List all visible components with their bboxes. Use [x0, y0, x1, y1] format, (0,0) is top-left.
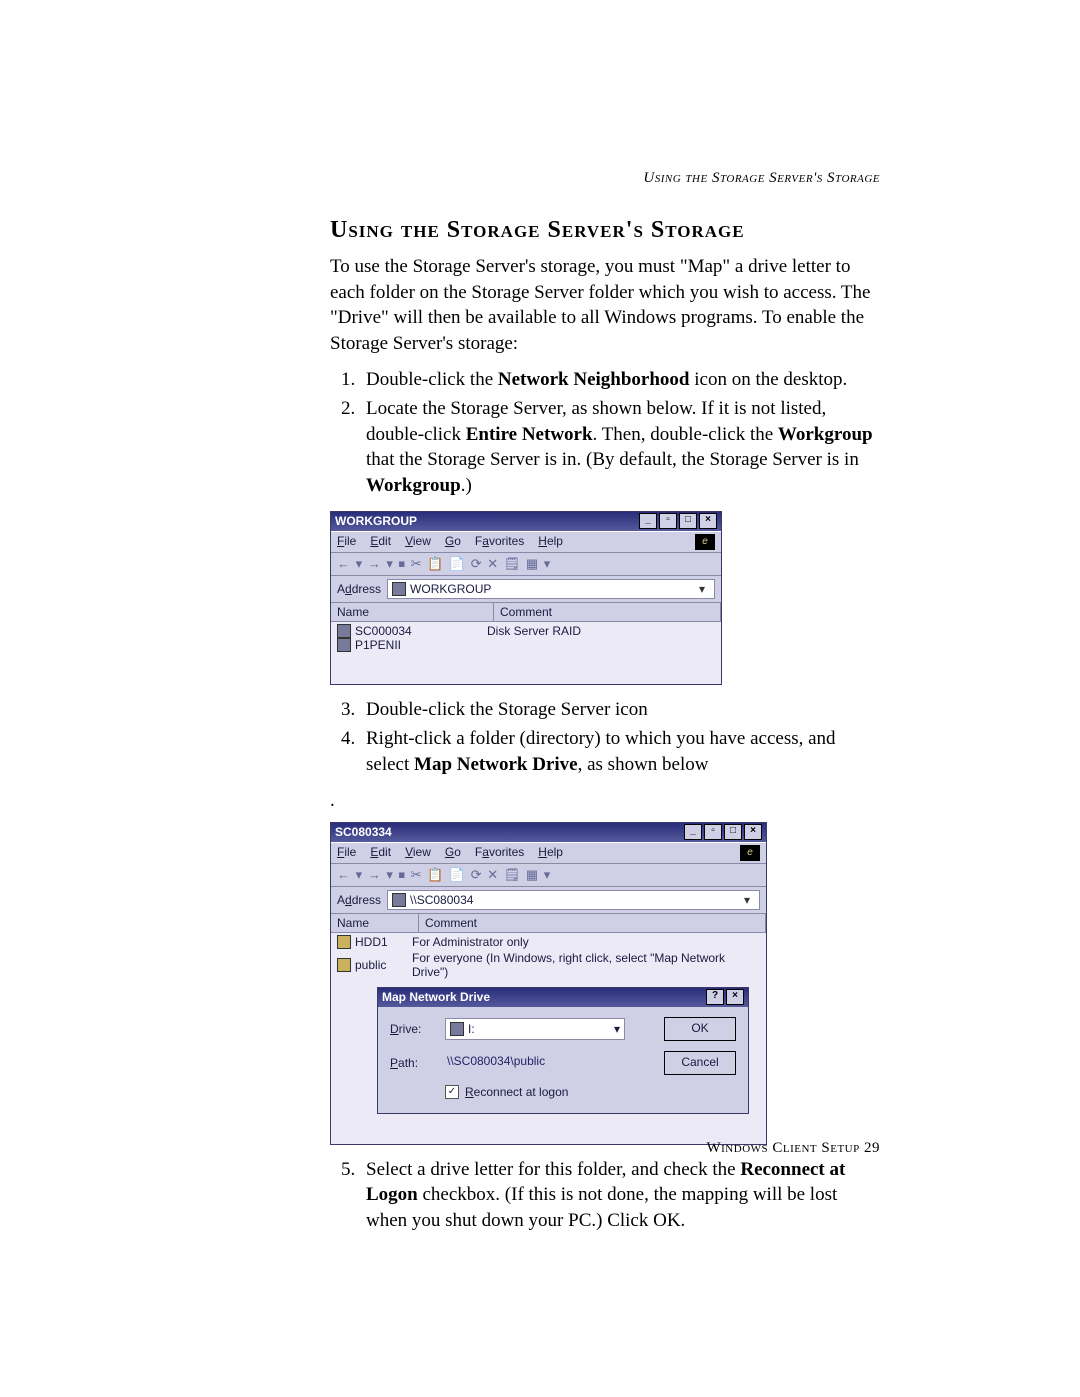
drive-icon — [450, 1022, 464, 1036]
maximize-button[interactable]: □ — [724, 824, 742, 840]
minimize-button[interactable]: _ — [639, 513, 657, 529]
column-headers: Name Comment — [331, 914, 766, 933]
checkbox-icon[interactable]: ✓ — [445, 1085, 459, 1099]
titlebar[interactable]: SC080334 _ ▫ □ × — [331, 823, 766, 842]
menu-go[interactable]: Go — [445, 845, 461, 861]
column-comment[interactable]: Comment — [419, 914, 766, 932]
address-bar: Address WORKGROUP ▾ — [331, 576, 721, 603]
document-page: Using the Storage Server's Storage Using… — [0, 0, 1080, 1397]
address-bar: Address \\SC080034 ▾ — [331, 887, 766, 914]
address-dropdown-icon[interactable]: ▾ — [694, 580, 710, 598]
menubar: File Edit View Go Favorites Help e — [331, 531, 721, 553]
menu-help[interactable]: Help — [538, 534, 563, 550]
step-2: Locate the Storage Server, as shown belo… — [360, 396, 880, 499]
dialog-titlebar[interactable]: Map Network Drive ? × — [378, 988, 748, 1007]
address-input[interactable]: WORKGROUP ▾ — [387, 579, 715, 599]
listing-area[interactable]: SC000034 Disk Server RAID P1PENII — [331, 622, 721, 684]
close-button[interactable]: × — [699, 513, 717, 529]
step-1: Double-click the Network Neighborhood ic… — [360, 367, 880, 393]
map-network-drive-dialog: Map Network Drive ? × Drive: I: ▾ OK — [377, 987, 749, 1114]
toolbar[interactable]: ← ▾ → ▾ ⏹ ✂ 📋 📄 ⟳ ✕ 🗒 ▦ ▾ — [331, 553, 721, 576]
listing-area[interactable]: HDD1 For Administrator only public For e… — [331, 933, 766, 1144]
section-title: Using the Storage Server's Storage — [330, 217, 880, 244]
step-3: Double-click the Storage Server icon — [360, 697, 880, 723]
window-controls: _ ▫ □ × — [684, 824, 762, 840]
window-title: WORKGROUP — [335, 512, 417, 531]
address-label: Address — [337, 893, 381, 907]
close-button[interactable]: × — [726, 989, 744, 1005]
address-dropdown-icon[interactable]: ▾ — [739, 891, 755, 909]
column-name[interactable]: Name — [331, 914, 419, 932]
computer-icon — [337, 638, 351, 652]
folder-icon — [337, 958, 351, 972]
column-headers: Name Comment — [331, 603, 721, 622]
page-footer: Windows Client Setup 29 — [706, 1140, 880, 1157]
help-button[interactable]: ? — [706, 989, 724, 1005]
menu-file[interactable]: File — [337, 845, 356, 861]
toolbar[interactable]: ← ▾ → ▾ ⏹ ✂ 📋 📄 ⟳ ✕ 🗒 ▦ ▾ — [331, 864, 766, 887]
ie-logo-icon: e — [740, 845, 760, 861]
drive-select[interactable]: I: ▾ — [445, 1018, 625, 1040]
list-item[interactable]: SC000034 Disk Server RAID — [337, 624, 715, 638]
close-button[interactable]: × — [744, 824, 762, 840]
computer-icon — [337, 624, 351, 638]
path-label: Path: — [390, 1056, 445, 1070]
reconnect-checkbox-row[interactable]: ✓ Reconnect at logon — [445, 1085, 736, 1099]
maximize-button[interactable]: □ — [679, 513, 697, 529]
dialog-title: Map Network Drive — [382, 988, 490, 1007]
chevron-down-icon[interactable]: ▾ — [614, 1022, 620, 1036]
ie-logo-icon: e — [695, 534, 715, 550]
ok-button[interactable]: OK — [664, 1017, 736, 1041]
path-value: \\SC080034\public — [445, 1054, 619, 1072]
column-comment[interactable]: Comment — [494, 603, 721, 621]
menu-go[interactable]: Go — [445, 534, 461, 550]
running-header: Using the Storage Server's Storage — [330, 170, 880, 187]
window-controls: _ ▫ □ × — [639, 513, 717, 529]
step-5: Select a drive letter for this folder, a… — [360, 1157, 880, 1234]
steps-list-3: Select a drive letter for this folder, a… — [330, 1157, 880, 1234]
computer-icon — [392, 893, 406, 907]
workgroup-window: WORKGROUP _ ▫ □ × File Edit View Go Favo… — [330, 511, 722, 685]
steps-list-1: Double-click the Network Neighborhood ic… — [330, 367, 880, 499]
folder-icon — [337, 935, 351, 949]
address-label: Address — [337, 582, 381, 596]
list-item[interactable]: P1PENII — [337, 638, 715, 652]
menu-view[interactable]: View — [405, 534, 431, 550]
menubar: File Edit View Go Favorites Help e — [331, 842, 766, 864]
menu-file[interactable]: File — [337, 534, 356, 550]
server-window: SC080334 _ ▫ □ × File Edit View Go Favor… — [330, 822, 767, 1145]
step-4: Right-click a folder (directory) to whic… — [360, 726, 880, 777]
restore-button[interactable]: ▫ — [659, 513, 677, 529]
drive-label: Drive: — [390, 1022, 445, 1036]
minimize-button[interactable]: _ — [684, 824, 702, 840]
dialog-body: Drive: I: ▾ OK Path: \\SC080034\public C… — [378, 1007, 748, 1113]
column-name[interactable]: Name — [331, 603, 494, 621]
menu-help[interactable]: Help — [538, 845, 563, 861]
list-item[interactable]: HDD1 For Administrator only — [337, 935, 760, 949]
workgroup-icon — [392, 582, 406, 596]
menu-edit[interactable]: Edit — [370, 534, 391, 550]
steps-list-2: Double-click the Storage Server icon Rig… — [330, 697, 880, 778]
cancel-button[interactable]: Cancel — [664, 1051, 736, 1075]
window-title: SC080334 — [335, 823, 392, 842]
menu-favorites[interactable]: Favorites — [475, 845, 524, 861]
menu-edit[interactable]: Edit — [370, 845, 391, 861]
titlebar[interactable]: WORKGROUP _ ▫ □ × — [331, 512, 721, 531]
intro-paragraph: To use the Storage Server's storage, you… — [330, 254, 880, 357]
stray-period: . — [330, 790, 880, 812]
menu-favorites[interactable]: Favorites — [475, 534, 524, 550]
restore-button[interactable]: ▫ — [704, 824, 722, 840]
reconnect-label: Reconnect at logon — [465, 1085, 568, 1099]
address-input[interactable]: \\SC080034 ▾ — [387, 890, 760, 910]
list-item[interactable]: public For everyone (In Windows, right c… — [337, 951, 760, 979]
menu-view[interactable]: View — [405, 845, 431, 861]
